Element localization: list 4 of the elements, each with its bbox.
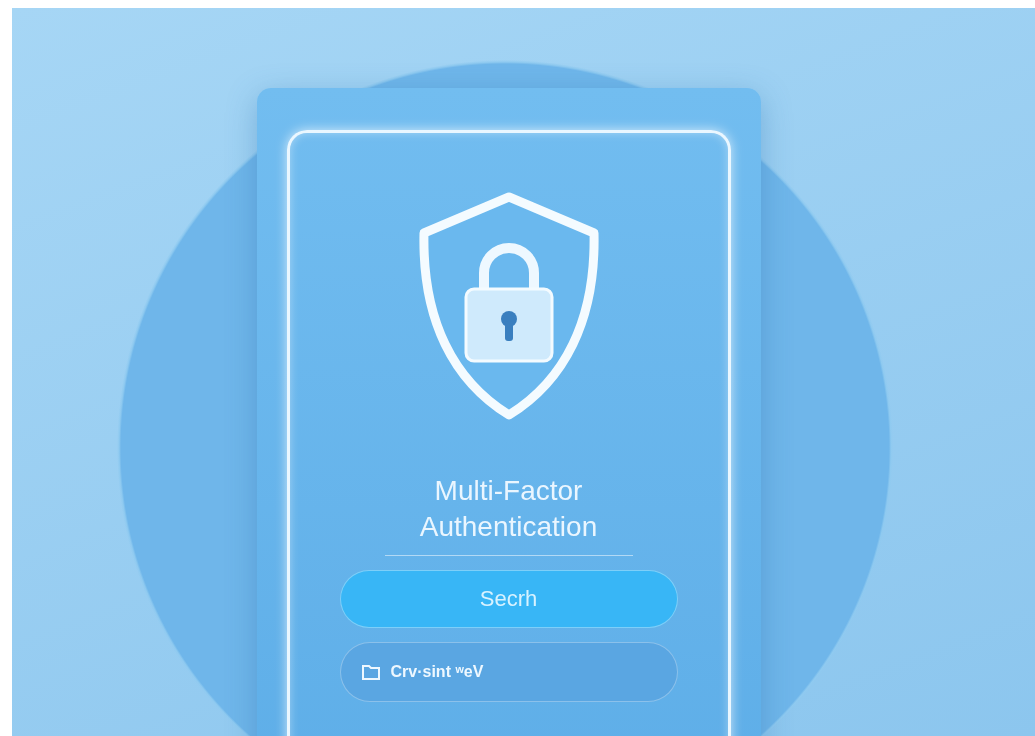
- folder-icon: [360, 663, 381, 681]
- search-button[interactable]: Secrh: [339, 570, 678, 628]
- page-title: Multi-Factor Authentication: [418, 474, 599, 544]
- folder-button[interactable]: Crv·sint ʷeV: [339, 642, 678, 702]
